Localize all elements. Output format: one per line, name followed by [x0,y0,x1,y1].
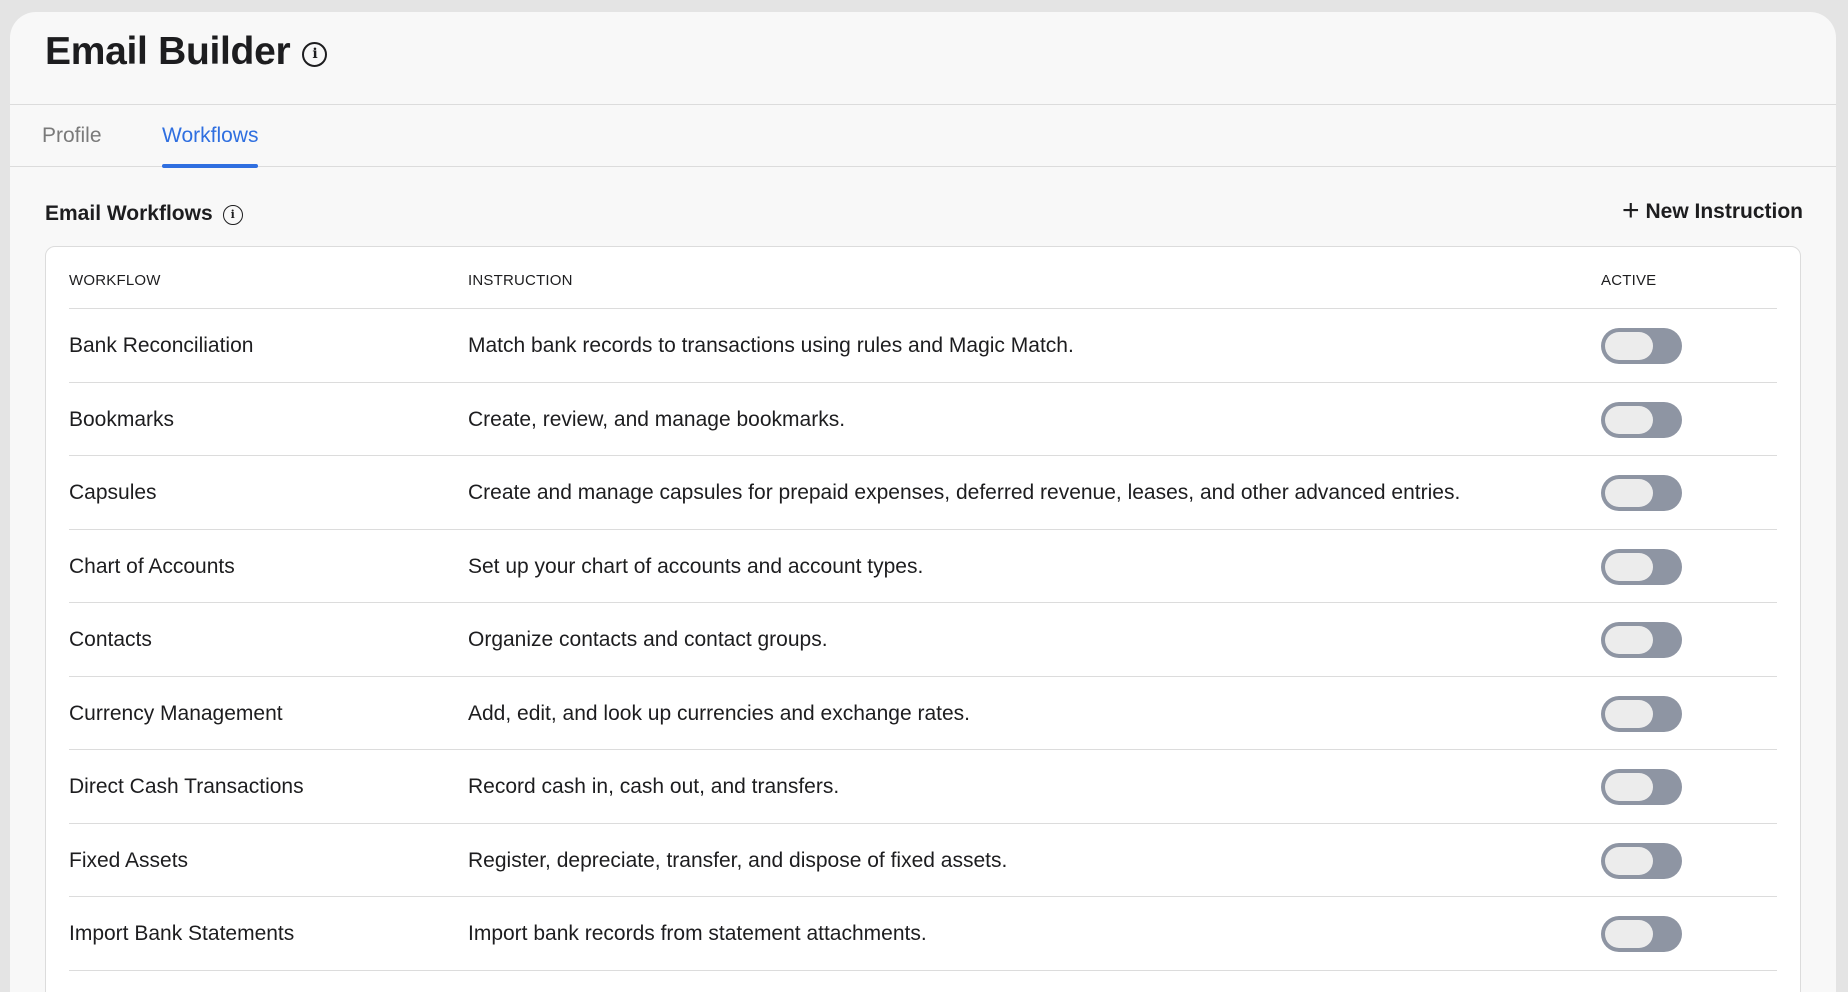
toggle-knob [1605,699,1653,728]
workflow-name: Fixed Assets [69,848,189,872]
workflow-instruction: Record cash in, cash out, and transfers. [468,775,840,798]
section-header: Email Workflows i + New Instruction [10,167,1836,247]
active-toggle[interactable] [1601,548,1682,585]
workflows-table: WORKFLOW INSTRUCTION ACTIVE Bank Reconci… [45,246,1801,992]
workflow-name: Chart of Accounts [69,554,235,578]
workflow-instruction: Add, edit, and look up currencies and ex… [468,701,970,725]
workflow-name: Import Bank Statements [69,922,295,945]
page-header: Email Builder i [10,12,1836,105]
column-header-instruction: INSTRUCTION [468,272,573,289]
table-row: Capsules Create and manage capsules for … [69,456,1777,530]
app-window: Email Builder i Profile Workflows Email … [10,12,1836,992]
toggle-knob [1605,552,1653,581]
workflow-instruction: Import bank records from statement attac… [468,922,927,945]
workflow-name: Bookmarks [69,407,175,431]
workflow-instruction: Organize contacts and contact groups. [468,628,828,651]
table-row: Bank Reconciliation Match bank records t… [69,309,1777,383]
page-title-text: Email Builder [45,30,291,73]
table-row: Import Bank Statements Import bank recor… [69,897,1777,971]
table-row: Bookmarks Create, review, and manage boo… [69,383,1777,456]
active-toggle[interactable] [1601,695,1682,732]
workflow-instruction: Create, review, and manage bookmarks. [468,407,846,431]
toggle-knob [1605,332,1653,360]
active-toggle[interactable] [1601,401,1682,438]
column-header-active: ACTIVE [1601,272,1657,289]
table-header: WORKFLOW INSTRUCTION ACTIVE [69,247,1777,309]
toggle-knob [1605,626,1653,654]
info-icon[interactable]: i [302,41,328,67]
workflow-name: Capsules [69,481,157,504]
section-title-text: Email Workflows [45,202,213,225]
table-body: Bank Reconciliation Match bank records t… [69,309,1777,971]
active-toggle[interactable] [1601,475,1682,511]
active-toggle[interactable] [1601,622,1682,658]
table-row: Contacts Organize contacts and contact g… [69,603,1777,677]
active-toggle[interactable] [1601,916,1682,952]
workflow-instruction: Set up your chart of accounts and accoun… [468,554,924,578]
new-instruction-label: New Instruction [1645,200,1803,223]
workflow-instruction: Create and manage capsules for prepaid e… [468,481,1461,504]
active-toggle[interactable] [1601,769,1682,805]
page-title: Email Builder i [45,30,328,74]
workflow-name: Bank Reconciliation [69,334,254,357]
table-row: Currency Management Add, edit, and look … [69,677,1777,750]
toggle-knob [1605,479,1653,507]
workflow-instruction: Register, depreciate, transfer, and disp… [468,848,1008,872]
workflow-name: Currency Management [69,701,283,725]
active-toggle[interactable] [1601,328,1682,364]
info-icon[interactable]: i [222,205,243,225]
workflow-name: Direct Cash Transactions [69,775,304,798]
active-toggle[interactable] [1601,842,1682,879]
table-row: Fixed Assets Register, depreciate, trans… [69,824,1777,897]
toggle-knob [1605,405,1653,434]
column-header-workflow: WORKFLOW [69,272,161,289]
workflow-instruction: Match bank records to transactions using… [468,334,1074,357]
tab-bar: Profile Workflows [10,105,1836,168]
tab-workflows[interactable]: Workflows [162,105,259,168]
toggle-knob [1605,846,1653,875]
section-title: Email Workflows i [45,202,243,226]
table-row: Direct Cash Transactions Record cash in,… [69,750,1777,824]
plus-icon: + [1621,194,1640,227]
tab-profile[interactable]: Profile [42,105,102,166]
workflow-name: Contacts [69,628,152,651]
toggle-knob [1605,773,1653,801]
new-instruction-button[interactable]: + New Instruction [1621,194,1803,227]
table-row: Chart of Accounts Set up your chart of a… [69,530,1777,603]
toggle-knob [1605,920,1653,948]
